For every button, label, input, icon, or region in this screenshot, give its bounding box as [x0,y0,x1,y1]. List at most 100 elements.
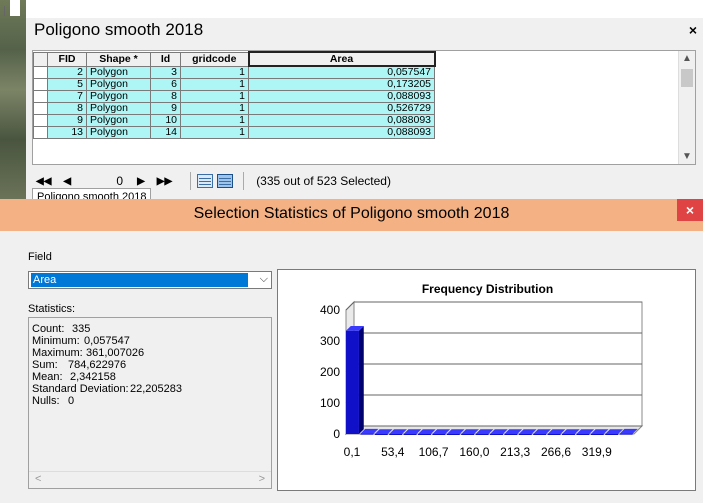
chevron-down-icon[interactable]: ⌵ [260,273,268,286]
row-selector[interactable] [33,113,48,127]
row-selector-header[interactable] [33,51,48,67]
cell-id[interactable]: 6 [150,77,181,91]
table-row[interactable]: 9 Polygon 10 1 0,088093 [33,113,435,127]
statistic-row: Nulls: 0 [32,396,270,407]
histogram-bar-face [576,434,590,435]
attribute-table-title: Poligono smooth 2018 [34,20,204,39]
scroll-right-icon[interactable]: > [259,473,265,485]
cell-area[interactable]: 0,088093 [248,89,435,103]
horizontal-scrollbar[interactable]: < > [29,471,271,488]
cell-area[interactable]: 0,088093 [248,113,435,127]
toolbar-separator [243,172,245,190]
column-header-fid[interactable]: FID [47,51,87,67]
last-record-icon[interactable]: ▶▶ [157,176,172,187]
statistic-row: Sum: 784,622976 [32,360,270,371]
table-row[interactable]: 5 Polygon 6 1 0,173205 [33,77,435,91]
cell-gridcode[interactable]: 1 [180,77,249,91]
cell-fid[interactable]: 8 [47,101,87,115]
histogram-bar-face [374,434,388,435]
cell-area[interactable]: 0,057547 [248,65,435,79]
row-selector[interactable] [33,125,48,139]
cell-fid[interactable]: 9 [47,113,87,127]
dialog-title: Selection Statistics of Poligono smooth … [193,205,510,222]
histogram-bar-face [432,434,446,435]
close-icon[interactable]: × [677,199,703,221]
row-selector[interactable] [33,77,48,91]
histogram-bar-face [475,434,489,435]
column-header-id[interactable]: Id [150,51,181,67]
histogram-bar-face [346,330,359,434]
cell-id[interactable]: 10 [150,113,181,127]
x-tick-label: 106,7 [419,445,449,459]
cell-shape[interactable]: Polygon [86,101,151,115]
statistic-value: 335 [72,323,91,335]
cell-gridcode[interactable]: 1 [180,125,249,139]
cell-id[interactable]: 14 [150,125,181,139]
cell-shape[interactable]: Polygon [86,125,151,139]
map-view-strip [0,0,26,200]
table-row[interactable]: 2 Polygon 3 1 0,057547 [33,65,435,79]
show-selected-records-icon[interactable] [217,174,234,188]
scroll-down-icon[interactable]: ▼ [682,151,692,162]
cell-gridcode[interactable]: 1 [180,101,249,115]
cell-shape[interactable]: Polygon [86,65,151,79]
histogram-bar-face [590,434,604,435]
frequency-chart-panel: Frequency Distribution 0 100 200 300 400 0,1 5… [277,269,696,491]
cell-fid[interactable]: 5 [47,77,87,91]
y-tick-label: 200 [320,365,340,379]
histogram-bar-face [504,434,518,435]
statistic-row: Mean: 2,342158 [32,372,270,383]
statistic-label: Nulls: [32,395,60,407]
histogram-bar-face [619,433,633,435]
attribute-table-window: Poligono smooth 2018 × FID Shape * Id gr… [26,18,703,206]
row-selector[interactable] [33,89,48,103]
cell-shape[interactable]: Polygon [86,113,151,127]
cell-area[interactable]: 0,173205 [248,77,435,91]
next-record-icon[interactable]: ▶ [137,176,145,187]
row-selector[interactable] [33,65,48,79]
statistic-row: Maximum: 361,007026 [32,348,270,359]
column-header-area[interactable]: Area [247,51,436,67]
close-icon[interactable]: × [689,22,697,38]
table-row[interactable]: 7 Polygon 8 1 0,088093 [33,89,435,103]
cell-gridcode[interactable]: 1 [180,65,249,79]
cell-gridcode[interactable]: 1 [180,113,249,127]
cell-area[interactable]: 0,526729 [248,101,435,115]
cell-area[interactable]: 0,088093 [248,125,435,139]
statistic-row: Minimum: 0,057547 [32,336,270,347]
field-dropdown[interactable]: Area ⌵ [28,271,272,289]
attribute-grid: FID Shape * Id gridcode Area 2 Polygon 3 1 0… [32,50,696,165]
table-row[interactable]: 8 Polygon 9 1 0,526729 [33,101,435,115]
column-header-shape[interactable]: Shape * [86,51,151,67]
scroll-left-icon[interactable]: < [35,473,41,485]
statistic-value: 784,622976 [68,359,127,371]
statistic-value: 361,007026 [86,347,145,359]
selection-count: (335 out of 523 Selected) [256,174,391,188]
statistic-label: Count: [32,323,65,335]
cell-fid[interactable]: 13 [47,125,87,139]
column-header-gridcode[interactable]: gridcode [180,51,249,67]
cell-id[interactable]: 3 [150,65,181,79]
cell-id[interactable]: 9 [150,101,181,115]
show-all-records-icon[interactable] [197,174,214,188]
statistic-value: 0 [68,395,75,407]
scroll-up-icon[interactable]: ▲ [682,53,692,64]
table-row[interactable]: 13 Polygon 14 1 0,088093 [33,125,435,139]
vertical-scrollbar[interactable]: ▲ ▼ [678,51,695,164]
histogram-bar-face [418,434,431,435]
x-tick-label: 213,3 [500,445,530,459]
row-selector[interactable] [33,101,48,115]
histogram-bar-face [547,434,561,435]
cell-gridcode[interactable]: 1 [180,89,249,103]
previous-record-icon[interactable]: ◀ [63,176,71,187]
scroll-thumb[interactable] [681,69,693,87]
cell-id[interactable]: 8 [150,89,181,103]
toolbar-separator [190,172,192,190]
cell-fid[interactable]: 7 [47,89,87,103]
cell-shape[interactable]: Polygon [86,89,151,103]
first-record-icon[interactable]: ◀◀ [36,176,51,187]
histogram-bar-face [360,433,374,435]
cell-shape[interactable]: Polygon [86,77,151,91]
current-record-field[interactable]: 0 [83,174,123,188]
cell-fid[interactable]: 2 [47,65,87,79]
